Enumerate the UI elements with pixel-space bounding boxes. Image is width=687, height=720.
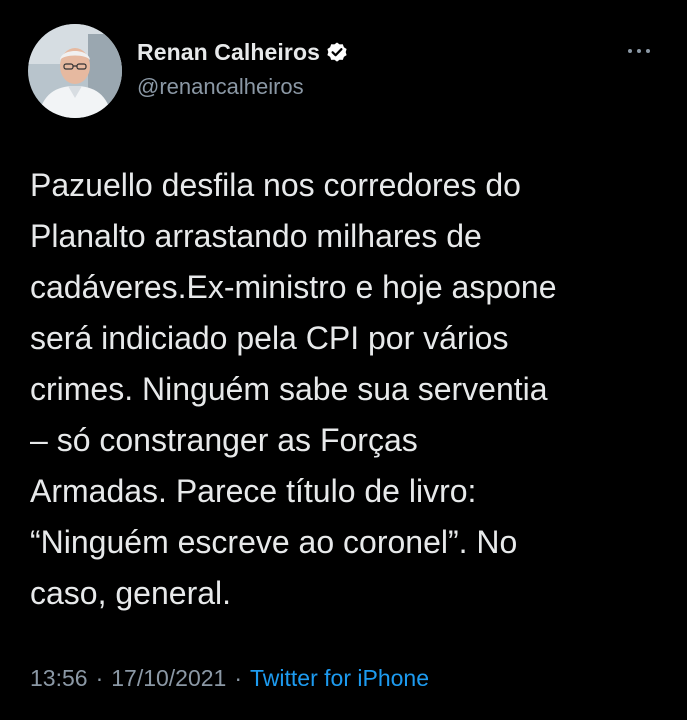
tweet-date[interactable]: 17/10/2021	[111, 665, 226, 692]
author-name-row: Renan Calheiros	[137, 37, 349, 67]
tweet-metadata: 13:56 · 17/10/2021 · Twitter for iPhone	[30, 665, 429, 692]
tweet-card: Renan Calheiros @renancalheiros Pazuello…	[0, 0, 687, 720]
author-handle[interactable]: @renancalheiros	[137, 74, 304, 100]
author-display-name[interactable]: Renan Calheiros	[137, 39, 320, 66]
author-avatar[interactable]	[28, 24, 122, 118]
tweet-time[interactable]: 13:56	[30, 665, 88, 692]
dot	[646, 49, 650, 53]
dot	[628, 49, 632, 53]
verified-badge-icon	[325, 40, 349, 64]
separator-dot: ·	[95, 665, 104, 691]
avatar-photo-icon	[28, 24, 122, 118]
more-dots-icon[interactable]	[622, 40, 656, 62]
tweet-text: Pazuello desfila nos corredores do Plana…	[30, 167, 557, 611]
separator-dot: ·	[234, 665, 243, 691]
tweet-source-link[interactable]: Twitter for iPhone	[250, 665, 429, 692]
dot	[637, 49, 641, 53]
